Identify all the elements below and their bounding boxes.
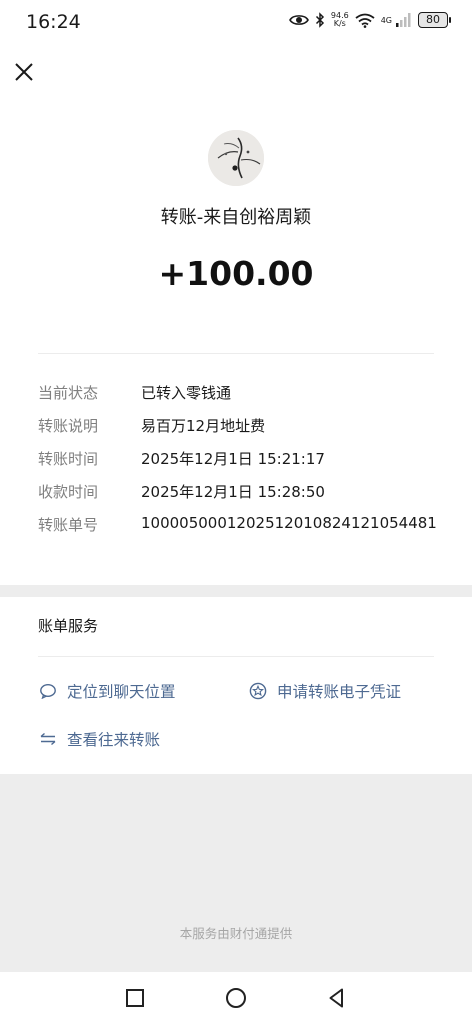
detail-value: 2025年12月1日 15:28:50: [141, 483, 325, 501]
detail-label: 当前状态: [38, 384, 99, 402]
status-icons: 94.6 K/s 4G 80: [288, 12, 451, 28]
exchange-arrows-icon: [38, 729, 58, 749]
services-title: 账单服务: [38, 617, 99, 635]
detail-value: 易百万12月地址费: [141, 417, 266, 435]
view-transfers-link[interactable]: 查看往来转账: [38, 728, 160, 750]
detail-label: 转账单号: [38, 516, 99, 534]
status-bar: 16:24 94.6 K/s 4G 80: [0, 0, 472, 44]
status-time: 16:24: [26, 11, 81, 33]
detail-label: 收款时间: [38, 483, 99, 501]
detail-row-status: 当前状态 已转入零钱通: [38, 382, 458, 406]
transfer-amount: +100.00: [158, 254, 314, 293]
avatar[interactable]: [208, 130, 264, 186]
close-icon[interactable]: [12, 60, 36, 84]
detail-row-transfer-id: 转账单号 1000050001202512010824121054481: [38, 514, 458, 538]
transfer-detail-card: 转账-来自创裕周颖 +100.00 当前状态 已转入零钱通 转账说明 易百万12…: [0, 44, 472, 585]
net-speed: 94.6 K/s: [331, 12, 349, 28]
navigation-bar: [0, 972, 472, 1024]
divider: [38, 353, 434, 354]
bill-services-card: 账单服务 定位到聊天位置 申请转账电子凭证 查看往来转账: [0, 597, 472, 774]
detail-row-receive-time: 收款时间 2025年12月1日 15:28:50: [38, 481, 458, 505]
avatar-image: [208, 130, 264, 186]
service-link-label: 申请转账电子凭证: [277, 683, 402, 701]
chat-bubble-icon: [38, 681, 58, 701]
divider: [38, 656, 434, 657]
detail-label: 转账说明: [38, 417, 99, 435]
detail-row-transfer-time: 转账时间 2025年12月1日 15:21:17: [38, 448, 458, 472]
detail-value: 1000050001202512010824121054481: [141, 514, 437, 532]
wifi-icon: [355, 13, 375, 28]
triangle-back-icon[interactable]: [325, 986, 349, 1010]
circle-home-icon[interactable]: [224, 986, 248, 1010]
net-speed-unit: K/s: [333, 19, 346, 28]
detail-value: 已转入零钱通: [141, 384, 232, 402]
battery-level: 80: [426, 13, 440, 26]
net-type: 4G: [380, 15, 392, 25]
service-link-label: 定位到聊天位置: [67, 683, 176, 701]
bluetooth-icon: [315, 12, 324, 28]
apply-voucher-link[interactable]: 申请转账电子凭证: [248, 680, 401, 702]
square-recents-icon[interactable]: [123, 986, 147, 1010]
detail-label: 转账时间: [38, 450, 99, 468]
provider-footer: 本服务由财付通提供: [179, 926, 293, 941]
eye-icon: [288, 15, 309, 25]
detail-row-note: 转账说明 易百万12月地址费: [38, 415, 458, 439]
signal-icon: [396, 13, 411, 27]
service-link-label: 查看往来转账: [67, 731, 161, 749]
detail-value: 2025年12月1日 15:21:17: [141, 450, 325, 468]
star-badge-icon: [248, 681, 268, 701]
battery-icon: 80: [418, 12, 451, 28]
locate-chat-link[interactable]: 定位到聊天位置: [38, 680, 176, 702]
transfer-title: 转账-来自创裕周颖: [160, 207, 312, 228]
